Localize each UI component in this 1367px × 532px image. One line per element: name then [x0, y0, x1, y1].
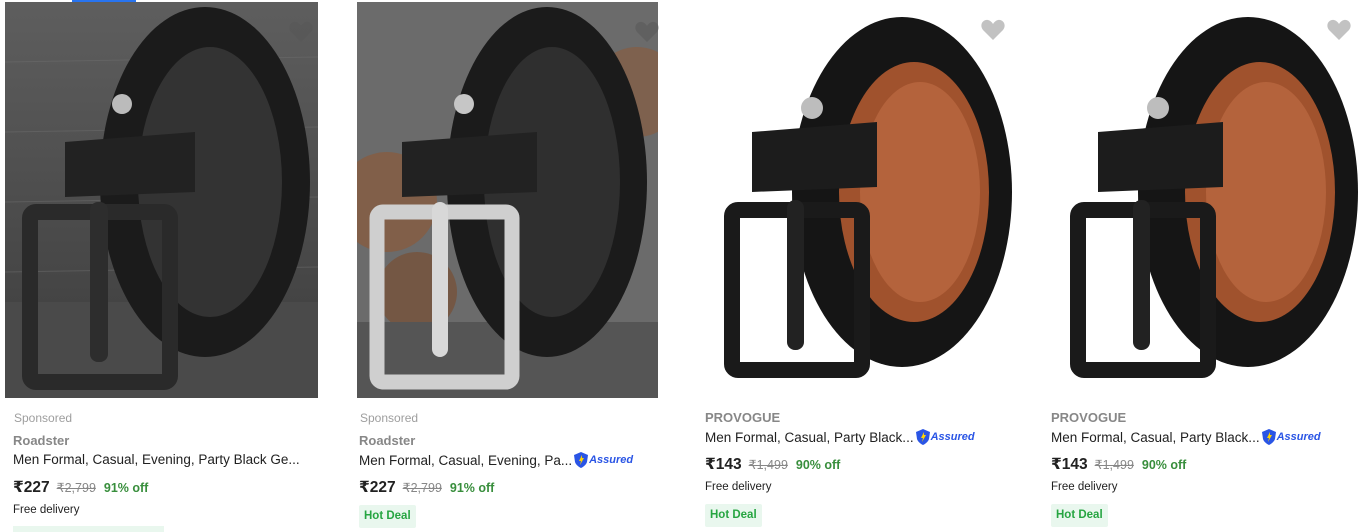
- assured-shield-icon: [574, 452, 589, 468]
- product-title[interactable]: Men Formal, Casual, Evening, Party Black…: [13, 452, 300, 467]
- discount-percent: 91% off: [449, 481, 495, 495]
- hot-deal-badge: Hot Deal: [1051, 504, 1108, 527]
- product-image-1[interactable]: [5, 2, 318, 398]
- assured-badge: Assured: [574, 452, 633, 468]
- product-brand: PROVOGUE: [1051, 410, 1127, 425]
- product-title-text: Men Formal, Casual, Party Black...: [705, 429, 914, 445]
- assured-badge: Assured: [1261, 429, 1321, 445]
- product-brand: PROVOGUE: [705, 410, 781, 425]
- product-image-4[interactable]: [1048, 2, 1358, 398]
- black-belt-brown-inner-image: [1048, 2, 1358, 398]
- price-row: ₹227 ₹2,799 91% off: [359, 478, 494, 497]
- wishlist-heart-icon[interactable]: [634, 20, 660, 44]
- selling-price: ₹143: [705, 456, 742, 473]
- discount-percent: 90% off: [795, 458, 841, 472]
- assured-label: Assured: [1276, 431, 1321, 443]
- wishlist-heart-icon[interactable]: [1326, 18, 1352, 42]
- delivery-info: Free delivery: [13, 504, 80, 516]
- product-image-3[interactable]: [702, 2, 1012, 398]
- hot-deal-badge: Hot Deal: [359, 505, 416, 528]
- discount-percent: 90% off: [1141, 458, 1187, 472]
- selling-price: ₹227: [13, 479, 50, 496]
- black-leather-belt-image: [5, 2, 318, 398]
- product-title-text: Men Formal, Casual, Evening, Party Black…: [13, 452, 300, 467]
- selling-price: ₹143: [1051, 456, 1088, 473]
- original-price: ₹1,499: [1094, 458, 1134, 472]
- product-title[interactable]: Men Formal, Casual, Party Black... Assur…: [1051, 429, 1321, 445]
- product-card-4[interactable]: PROVOGUE Men Formal, Casual, Party Black…: [1038, 0, 1367, 532]
- original-price: ₹2,799: [402, 481, 442, 495]
- price-row: ₹143 ₹1,499 90% off: [1051, 455, 1186, 474]
- wishlist-heart-icon[interactable]: [288, 20, 314, 44]
- sponsored-label: Sponsored: [360, 411, 419, 425]
- selling-price: ₹227: [359, 479, 396, 496]
- product-card-1[interactable]: Sponsored Roadster Men Formal, Casual, E…: [0, 0, 330, 532]
- assured-shield-icon: [915, 429, 930, 445]
- hot-deal-badge: Hot Deal: [705, 504, 762, 527]
- product-title[interactable]: Men Formal, Casual, Party Black... Assur…: [705, 429, 975, 445]
- black-belt-silver-buckle-image: [357, 2, 658, 398]
- assured-shield-icon: [1261, 429, 1276, 445]
- assured-label: Assured: [930, 431, 975, 443]
- original-price: ₹2,799: [56, 481, 96, 495]
- product-image-2[interactable]: [357, 2, 658, 398]
- product-title-text: Men Formal, Casual, Party Black...: [1051, 429, 1260, 445]
- sponsored-label: Sponsored: [14, 411, 73, 425]
- product-card-2[interactable]: Sponsored Roadster Men Formal, Casual, E…: [346, 0, 676, 532]
- assured-label: Assured: [589, 454, 634, 466]
- wishlist-heart-icon[interactable]: [980, 18, 1006, 42]
- product-brand: Roadster: [13, 433, 70, 448]
- black-belt-brown-inner-image: [702, 2, 1012, 398]
- product-title[interactable]: Men Formal, Casual, Evening, Pa... Assur…: [359, 452, 633, 468]
- product-card-3[interactable]: PROVOGUE Men Formal, Casual, Party Black…: [692, 0, 1022, 532]
- price-row: ₹143 ₹1,499 90% off: [705, 455, 840, 474]
- delivery-info: Free delivery: [1051, 481, 1118, 493]
- discount-percent: 91% off: [103, 481, 149, 495]
- original-price: ₹1,499: [748, 458, 788, 472]
- assured-badge: Assured: [915, 429, 975, 445]
- product-brand: Roadster: [359, 433, 416, 448]
- product-title-text: Men Formal, Casual, Evening, Pa...: [359, 452, 573, 468]
- delivery-info: Free delivery: [705, 481, 772, 493]
- price-row: ₹227 ₹2,799 91% off: [13, 478, 148, 497]
- hot-deal-badge-partial: [13, 526, 164, 532]
